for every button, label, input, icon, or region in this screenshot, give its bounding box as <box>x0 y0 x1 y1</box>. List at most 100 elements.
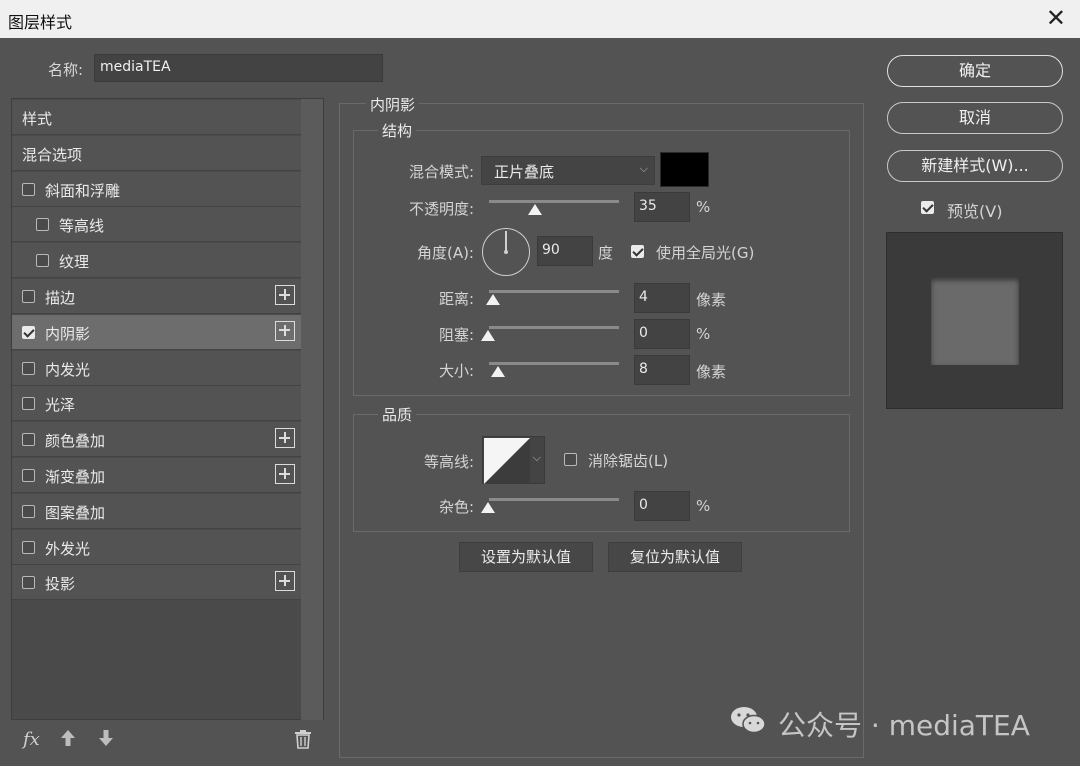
style-list-item[interactable]: 内阴影 <box>12 314 301 350</box>
style-list-scrollbar[interactable] <box>301 99 323 720</box>
opacity-input[interactable]: 35 <box>634 192 690 222</box>
reset-default-button[interactable]: 复位为默认值 <box>608 542 742 572</box>
size-unit: 像素 <box>696 363 727 381</box>
blend-color-swatch[interactable] <box>660 152 709 187</box>
preview-checkbox[interactable] <box>921 201 934 214</box>
noise-input[interactable]: 0 <box>634 491 690 521</box>
style-list-item[interactable]: 投影 <box>12 565 301 601</box>
style-list-item[interactable]: 图案叠加 <box>12 493 301 529</box>
ok-button[interactable]: 确定 <box>887 55 1063 87</box>
style-list-item[interactable]: 斜面和浮雕 <box>12 171 301 207</box>
close-icon[interactable]: ✕ <box>1046 4 1066 32</box>
angle-unit: 度 <box>598 244 614 262</box>
add-instance-icon[interactable] <box>275 571 295 592</box>
style-list-item-label: 光泽 <box>45 396 76 415</box>
distance-label: 距离: <box>438 290 474 308</box>
name-input[interactable]: mediaTEA <box>94 54 383 82</box>
noise-slider-track[interactable] <box>489 498 619 501</box>
style-list-item[interactable]: 内发光 <box>12 350 301 386</box>
new-style-button[interactable]: 新建样式(W)... <box>887 150 1063 182</box>
contour-preview-icon <box>484 438 530 484</box>
distance-slider-track[interactable] <box>489 290 619 293</box>
arrow-down-icon[interactable] <box>98 729 114 752</box>
style-list-item[interactable]: 颜色叠加 <box>12 422 301 458</box>
arrow-up-icon[interactable] <box>60 729 76 752</box>
style-list-checkbox[interactable] <box>22 469 35 482</box>
global-light-label[interactable]: 使用全局光(G) <box>656 242 754 263</box>
choke-unit: % <box>696 325 711 343</box>
style-list-item-label: 斜面和浮雕 <box>45 181 121 200</box>
style-list-item-label: 内发光 <box>45 360 91 379</box>
style-list-checkbox[interactable] <box>22 397 35 411</box>
antialias-checkbox[interactable] <box>564 453 577 466</box>
style-list-item[interactable]: 等高线 <box>12 207 301 243</box>
fx-icon[interactable]: fx <box>23 729 40 750</box>
opacity-slider-thumb[interactable] <box>527 204 542 215</box>
style-list-item[interactable]: 纹理 <box>12 243 301 279</box>
size-slider-thumb[interactable] <box>491 366 505 377</box>
style-list-item-label: 内阴影 <box>45 324 91 343</box>
choke-input[interactable]: 0 <box>634 319 690 349</box>
distance-unit: 像素 <box>696 291 727 309</box>
chevron-down-icon: ⌵ <box>639 162 648 175</box>
style-list-item[interactable]: 样式 <box>12 100 301 135</box>
opacity-slider-track[interactable] <box>489 200 619 203</box>
size-label: 大小: <box>438 362 474 380</box>
noise-label: 杂色: <box>438 498 474 516</box>
style-list-checkbox[interactable] <box>22 325 35 339</box>
style-list-item-label: 渐变叠加 <box>45 468 106 486</box>
style-list-checkbox[interactable] <box>22 540 35 554</box>
angle-input[interactable]: 90 <box>537 236 593 266</box>
style-list-item[interactable]: 渐变叠加 <box>12 458 301 493</box>
angle-label: 角度(A): <box>416 244 474 262</box>
style-list-item-label: 混合选项 <box>22 145 83 164</box>
distance-input[interactable]: 4 <box>634 283 690 313</box>
contour-label: 等高线: <box>423 453 474 471</box>
trash-icon[interactable] <box>294 729 312 754</box>
style-list-item[interactable]: 描边 <box>12 279 301 314</box>
global-light-checkbox[interactable] <box>631 245 644 258</box>
window-title: 图层样式 <box>8 13 73 32</box>
style-list-item-label: 颜色叠加 <box>45 432 106 451</box>
style-list-item-label: 描边 <box>45 289 76 307</box>
style-list-checkbox[interactable] <box>36 254 49 268</box>
style-list-checkbox[interactable] <box>22 576 35 590</box>
size-slider-track[interactable] <box>489 362 619 365</box>
add-instance-icon[interactable] <box>275 428 295 449</box>
style-list-item[interactable]: 外发光 <box>12 529 301 565</box>
style-list-item[interactable]: 光泽 <box>12 386 301 422</box>
style-list-item-label: 纹理 <box>59 253 90 272</box>
add-instance-icon[interactable] <box>275 285 295 305</box>
size-input[interactable]: 8 <box>634 355 690 385</box>
choke-slider-track[interactable] <box>489 326 619 329</box>
style-list-checkbox[interactable] <box>22 182 35 196</box>
antialias-label[interactable]: 消除锯齿(L) <box>588 450 668 471</box>
cancel-button[interactable]: 取消 <box>887 102 1063 134</box>
style-list-checkbox[interactable] <box>36 218 49 232</box>
distance-slider-thumb[interactable] <box>486 294 500 305</box>
preview-label[interactable]: 预览(V) <box>947 198 1002 222</box>
style-list-item[interactable]: 混合选项 <box>12 135 301 171</box>
choke-label: 阻塞: <box>438 326 474 344</box>
contour-picker[interactable]: ⌵ <box>482 436 545 484</box>
style-list-item-label: 样式 <box>22 110 53 128</box>
opacity-unit: % <box>696 198 711 216</box>
watermark-text: 公众号 · mediaTEA <box>778 709 1030 742</box>
blend-mode-value: 正片叠底 <box>494 163 555 181</box>
noise-slider-thumb[interactable] <box>481 502 495 513</box>
style-list-checkbox[interactable] <box>22 504 35 518</box>
angle-dial[interactable] <box>482 228 530 276</box>
choke-slider-thumb[interactable] <box>481 330 495 341</box>
style-list-checkbox[interactable] <box>22 290 35 303</box>
style-preview <box>886 232 1063 409</box>
set-default-button[interactable]: 设置为默认值 <box>459 542 593 572</box>
wechat-icon <box>731 707 766 734</box>
opacity-label: 不透明度: <box>408 200 474 218</box>
noise-unit: % <box>696 497 711 515</box>
blend-mode-select[interactable]: 正片叠底 ⌵ <box>481 156 655 185</box>
quality-title: 品质 <box>378 404 417 425</box>
style-list-checkbox[interactable] <box>22 361 35 375</box>
style-list-checkbox[interactable] <box>22 433 35 447</box>
add-instance-icon[interactable] <box>275 320 295 341</box>
add-instance-icon[interactable] <box>275 464 295 484</box>
